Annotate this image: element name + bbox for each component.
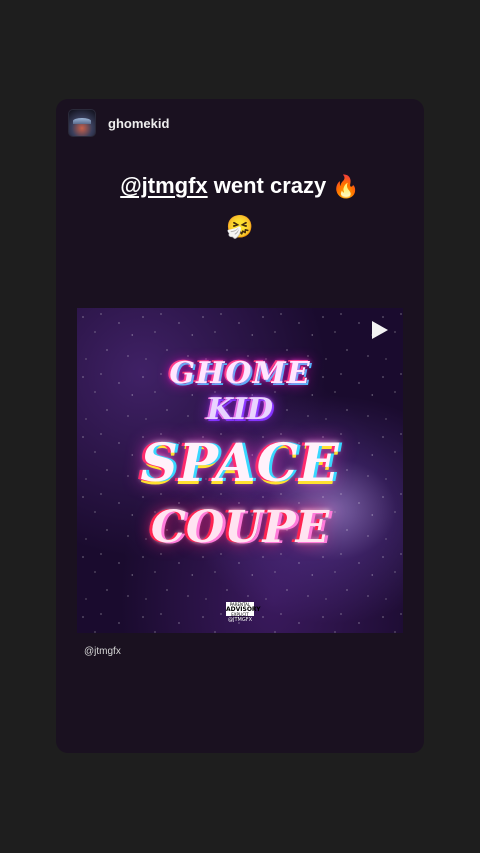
- parental-advisory-label: PARENTAL ADVISORY EXPLICIT CONTENT: [226, 602, 261, 621]
- sneezing-face-icon: 🤧: [226, 214, 254, 240]
- cover-title-line2: KID: [206, 392, 274, 427]
- story-header[interactable]: ghomekid: [68, 109, 169, 137]
- caption: @jtmgfx went crazy 🔥: [56, 173, 424, 200]
- play-icon[interactable]: [369, 320, 389, 340]
- caption-text: went crazy: [207, 173, 327, 198]
- cover-title-line3: SPACE: [140, 433, 340, 494]
- story-card[interactable]: ghomekid @jtmgfx went crazy 🔥 🤧 GHOME KI…: [56, 99, 424, 753]
- fire-icon: 🔥: [332, 174, 360, 200]
- cover-credit: @JTMGFX: [227, 617, 253, 623]
- credit-text: @jtmgfx: [84, 646, 121, 657]
- avatar[interactable]: [68, 109, 96, 137]
- username[interactable]: ghomekid: [108, 116, 169, 131]
- emoji-line: 🤧: [56, 213, 424, 240]
- cover-title-line1: GHOME: [169, 356, 311, 391]
- album-cover[interactable]: GHOME KID SPACE COUPE PARENTAL ADVISORY …: [77, 308, 403, 633]
- caption-mention[interactable]: @jtmgfx: [120, 173, 207, 198]
- cover-title-line4: COUPE: [150, 502, 330, 553]
